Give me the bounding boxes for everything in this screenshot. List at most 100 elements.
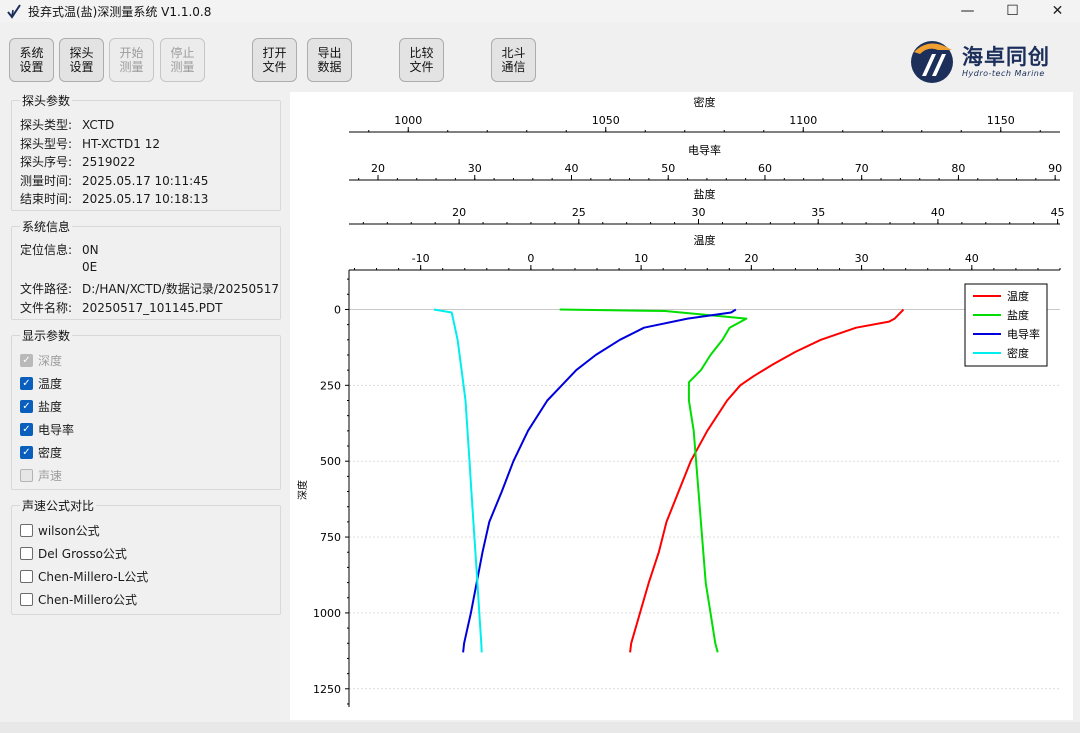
top-tick-label: 30 (468, 162, 482, 175)
legend-label: 密度 (1007, 346, 1029, 360)
probe-settings-button[interactable]: 探头 设置 (59, 38, 104, 82)
y-tick-label: 1250 (313, 683, 341, 696)
chen-millero-l-checkbox-row[interactable]: Chen-Millero-L公式 (20, 568, 148, 585)
export-data-button[interactable]: 导出 数据 (307, 38, 352, 82)
series-line-电导率 (462, 308, 737, 653)
top-axis-title: 温度 (694, 233, 716, 247)
del-grosso-checkbox[interactable] (20, 547, 33, 560)
series-line-温度 (629, 308, 905, 653)
profile-chart-panel: 0 250 500 750 1000 1250 深度 密度 1000 1050 1100 1150 电导… (290, 92, 1073, 720)
top-tick-label: 1150 (987, 114, 1015, 127)
top-tick-label: 20 (744, 252, 758, 265)
top-tick-label: 30 (692, 206, 706, 219)
top-tick-label: -10 (412, 252, 430, 265)
chen-millero-checkbox[interactable] (20, 593, 33, 606)
top-tick-label: 35 (811, 206, 825, 219)
depth-checkbox-row[interactable]: 深度 (20, 352, 62, 369)
y-tick-label: 1000 (313, 607, 341, 620)
legend-label: 温度 (1007, 289, 1029, 303)
top-axis-title: 电导率 (688, 143, 721, 157)
legend-label: 盐度 (1007, 308, 1029, 322)
longitude: 0E (82, 260, 98, 274)
top-tick-label: 1000 (394, 114, 422, 127)
top-tick-label: 80 (951, 162, 965, 175)
start-measure-button[interactable]: 开始 测量 (109, 38, 154, 82)
logo-text-en: Hydro-tech Marine (962, 68, 1045, 78)
file-name: 20250517_101145.PDT (82, 301, 223, 315)
sound-speed-checkbox-row[interactable]: 声速 (20, 467, 62, 484)
top-tick-label: 45 (1051, 206, 1065, 219)
compare-file-button[interactable]: 比较 文件 (399, 38, 444, 82)
latitude: 0N (82, 243, 99, 257)
wilson-checkbox[interactable] (20, 524, 33, 537)
longitude-row: 0E (20, 260, 97, 274)
group-title: 显示参数 (20, 327, 73, 344)
title-bar: 投弃式温(盐)深测量系统 V1.1.0.8 — ☐ ✕ (0, 0, 1080, 22)
top-tick-label: 20 (452, 206, 466, 219)
top-tick-label: 40 (931, 206, 945, 219)
top-tick-label: 70 (855, 162, 869, 175)
company-logo: 海卓同创 Hydro-tech Marine (908, 36, 1050, 86)
top-tick-label: 40 (564, 162, 578, 175)
top-tick-label: 25 (572, 206, 586, 219)
depth-checkbox[interactable] (20, 354, 33, 367)
top-tick-label: 1050 (592, 114, 620, 127)
salinity-checkbox-row[interactable]: 盐度 (20, 398, 62, 415)
sound-formula-group: 声速公式对比 wilson公式 Del Grosso公式 Chen-Miller… (11, 497, 281, 615)
minimize-button[interactable]: — (945, 0, 990, 22)
measure-time-row: 测量时间: 2025.05.17 10:11:45 (20, 174, 209, 188)
file-name-row: 文件名称: 20250517_101145.PDT (20, 301, 223, 315)
probe-model-row: 探头型号: HT-XCTD1 12 (20, 137, 160, 151)
probe-type-row: 探头类型: XCTD (20, 118, 115, 132)
file-path-row: 文件路径: D:/HAN/XCTD/数据记录/20250517-測 (20, 280, 278, 297)
temperature-checkbox[interactable] (20, 377, 33, 390)
system-settings-button[interactable]: 系统 设置 (9, 38, 54, 82)
top-axis-title: 盐度 (694, 187, 716, 201)
profile-chart[interactable]: 025050075010001250深度密度1000 1050 1100 1150电导… (290, 92, 1073, 720)
conductivity-checkbox[interactable] (20, 423, 33, 436)
temperature-checkbox-row[interactable]: 温度 (20, 375, 62, 392)
wilson-checkbox-row[interactable]: wilson公式 (20, 522, 100, 539)
logo-text-cn: 海卓同创 (962, 44, 1050, 69)
sound-speed-checkbox[interactable] (20, 469, 33, 482)
top-tick-label: 1100 (789, 114, 817, 127)
group-title: 探头参数 (20, 92, 73, 109)
salinity-checkbox[interactable] (20, 400, 33, 413)
y-tick-label: 750 (320, 531, 341, 544)
top-tick-label: 20 (371, 162, 385, 175)
close-button[interactable]: ✕ (1035, 0, 1080, 22)
top-tick-label: 30 (855, 252, 869, 265)
chen-millero-checkbox-row[interactable]: Chen-Millero公式 (20, 591, 137, 608)
y-axis-label: 深度 (296, 480, 309, 500)
top-tick-label: 50 (661, 162, 675, 175)
app-icon (7, 4, 21, 19)
status-bar (0, 722, 1080, 733)
top-tick-label: 10 (634, 252, 648, 265)
legend-label: 电导率 (1007, 327, 1040, 341)
y-tick-label: 250 (320, 379, 341, 392)
del-grosso-checkbox-row[interactable]: Del Grosso公式 (20, 545, 127, 562)
window-title: 投弃式温(盐)深测量系统 V1.1.0.8 (28, 4, 212, 19)
conductivity-checkbox-row[interactable]: 电导率 (20, 421, 74, 438)
top-tick-label: 0 (527, 252, 534, 265)
probe-serial-row: 探头序号: 2519022 (20, 155, 136, 169)
probe-params-group: 探头参数 探头类型: XCTD 探头型号: HT-XCTD1 12 探头序号: 251… (11, 92, 281, 211)
density-checkbox-row[interactable]: 密度 (20, 444, 62, 461)
top-tick-label: 60 (758, 162, 772, 175)
maximize-button[interactable]: ☐ (990, 0, 1035, 22)
display-params-group: 显示参数 深度 温度 盐度 电导率 密度 声速 (11, 327, 281, 490)
y-tick-label: 0 (334, 303, 341, 316)
file-path: D:/HAN/XCTD/数据记录/20250517-測 (82, 282, 278, 296)
chen-millero-l-checkbox[interactable] (20, 570, 33, 583)
group-title: 声速公式对比 (20, 497, 97, 514)
top-tick-label: 40 (965, 252, 979, 265)
density-checkbox[interactable] (20, 446, 33, 459)
open-file-button[interactable]: 打开 文件 (252, 38, 297, 82)
stop-measure-button[interactable]: 停止 测量 (160, 38, 205, 82)
top-axis-title: 密度 (694, 95, 716, 109)
group-title: 系统信息 (20, 218, 73, 235)
end-time-row: 结束时间: 2025.05.17 10:18:13 (20, 192, 209, 206)
beidou-comm-button[interactable]: 北斗 通信 (491, 38, 536, 82)
logo-mark-icon (911, 41, 953, 83)
system-info-group: 系统信息 定位信息: 0N 0E 文件路径: D:/HAN/XCTD/数据记录/20… (11, 218, 281, 320)
